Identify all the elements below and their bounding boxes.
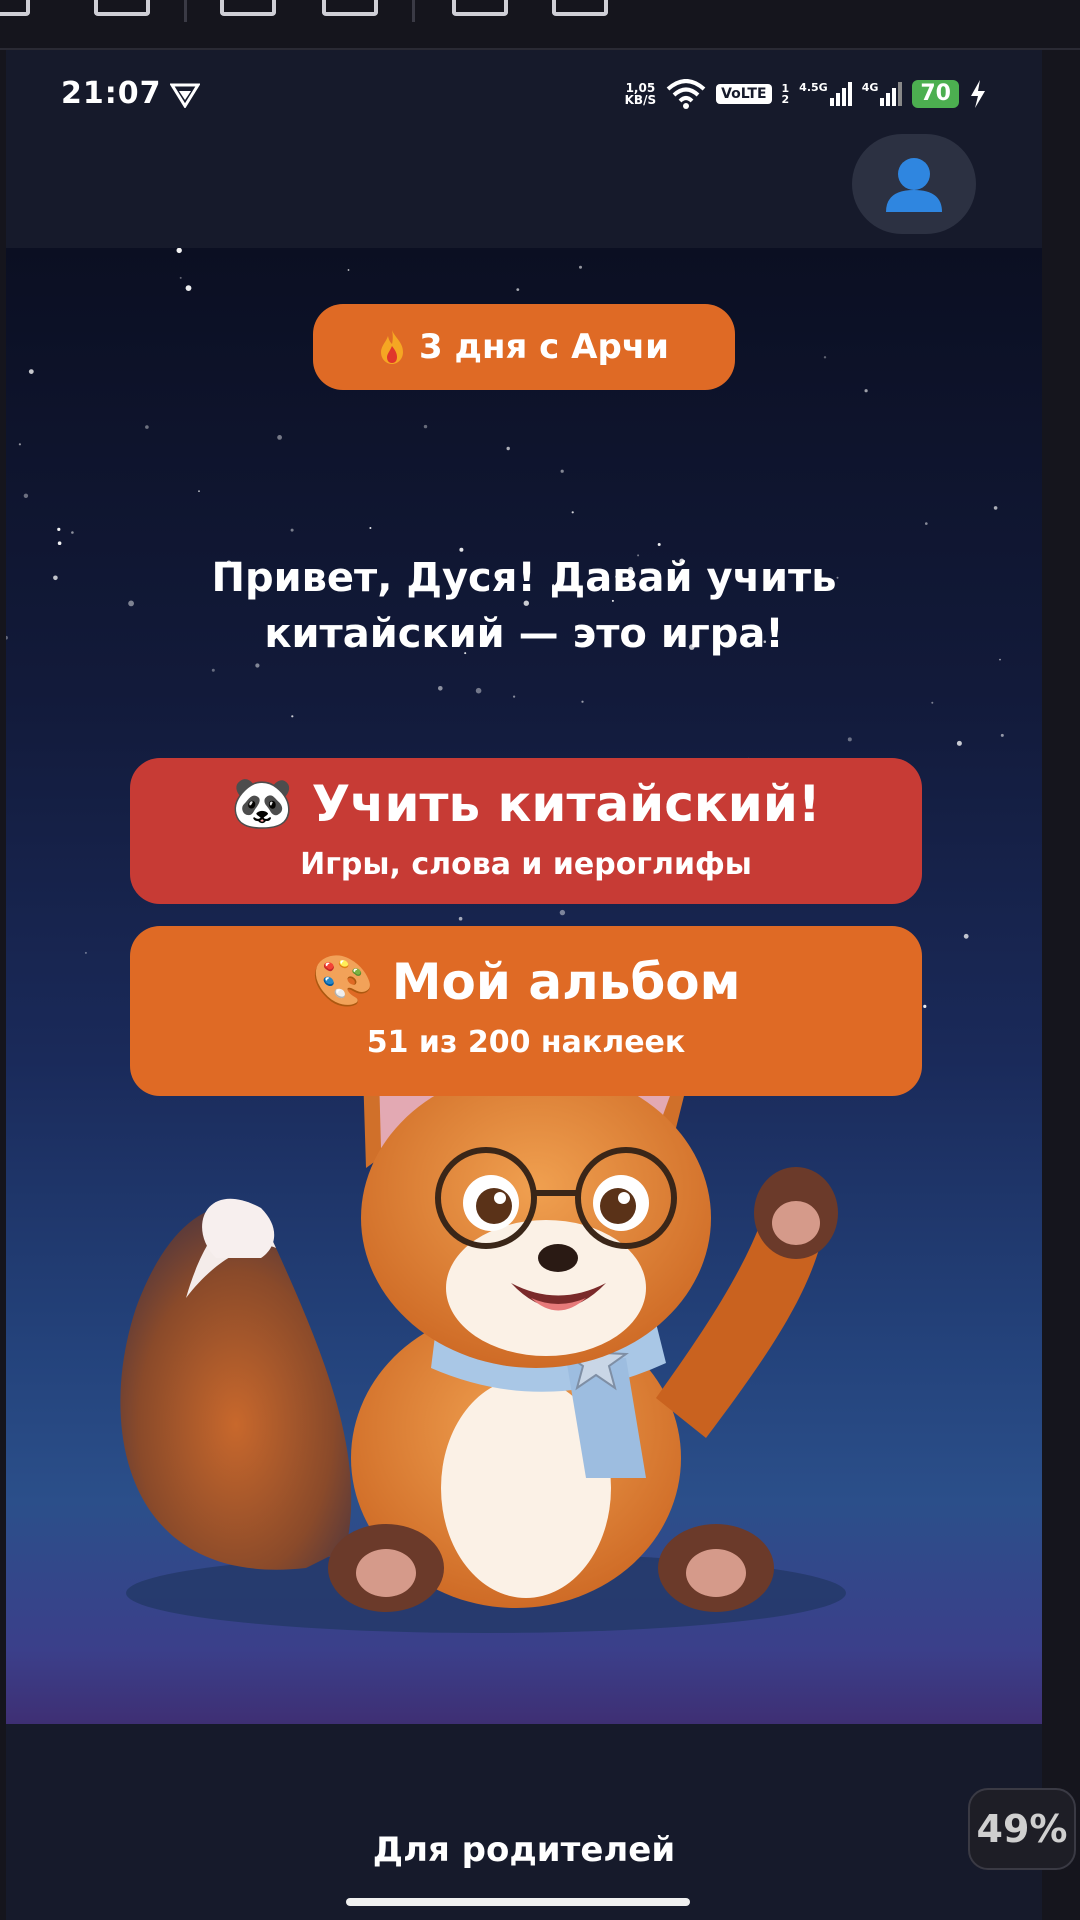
learn-chinese-title: 🐼 Учить китайский! — [130, 774, 922, 833]
signal-bars-icon — [829, 82, 852, 106]
battery-indicator: 70 — [912, 80, 959, 108]
upload-icon[interactable] — [452, 0, 508, 16]
my-album-title: 🎨 Мой альбом — [130, 952, 922, 1011]
greeting-line-1: Привет, Дуся! Давай учить — [211, 555, 837, 601]
gesture-home-bar[interactable] — [346, 1898, 690, 1906]
screenshot-icon[interactable] — [220, 0, 276, 16]
signal-2: 4G — [862, 82, 903, 106]
toolbar-divider — [184, 0, 187, 22]
signal-1: 4.5G — [799, 82, 852, 106]
fire-icon — [381, 330, 404, 364]
my-album-button[interactable]: 🎨 Мой альбом 51 из 200 наклеек — [130, 926, 922, 1096]
record-icon[interactable] — [322, 0, 378, 16]
learn-chinese-subtitle: Игры, слова и иероглифы — [300, 847, 752, 882]
greeting-text: Привет, Дуся! Давай учить китайский — эт… — [106, 550, 942, 662]
sim-labels: 1 2 — [782, 83, 790, 105]
device-icon[interactable] — [94, 0, 150, 16]
signal-bars-icon — [880, 82, 903, 106]
toolbar-divider — [412, 0, 415, 22]
top-toolbar — [0, 0, 1080, 50]
zoom-level-badge[interactable]: 49% — [968, 1788, 1076, 1870]
status-bar: 21:07 1,05 KB/S VoLTE 1 2 4.5G 4G 70 — [6, 50, 1042, 140]
my-album-label: Мой альбом — [391, 952, 741, 1011]
sim-label-2: 2 — [781, 93, 790, 106]
net-speed: 1,05 KB/S — [625, 82, 656, 106]
profile-button[interactable] — [852, 134, 976, 234]
download-icon[interactable] — [552, 0, 608, 16]
vpn-icon — [170, 83, 200, 108]
charging-icon — [971, 80, 985, 108]
signal-2-label: 4G — [861, 81, 879, 94]
net-speed-unit: KB/S — [624, 93, 657, 107]
sticker-count: 51 из 200 наклеек — [366, 1025, 686, 1060]
user-icon — [886, 158, 942, 212]
greeting-line-2: китайский — это игра! — [264, 611, 784, 657]
screen: 21:07 1,05 KB/S VoLTE 1 2 4.5G 4G 70 3 д… — [0, 0, 1080, 1920]
wifi-icon — [666, 79, 706, 109]
signal-1-label: 4.5G — [799, 81, 828, 94]
streak-text: 3 дня с Арчи — [419, 327, 669, 367]
status-icons: 1,05 KB/S VoLTE 1 2 4.5G 4G 70 — [625, 76, 987, 112]
volte-badge: VoLTE — [716, 84, 772, 104]
panda-icon: 🐼 — [231, 774, 294, 832]
palette-icon: 🎨 — [311, 952, 374, 1010]
learn-chinese-label: Учить китайский! — [311, 774, 821, 833]
phone-screen: 21:07 1,05 KB/S VoLTE 1 2 4.5G 4G 70 3 д… — [6, 50, 1042, 1920]
parents-link[interactable]: Для родителей — [6, 1830, 1042, 1870]
streak-badge: 3 дня с Арчи — [313, 304, 735, 390]
home-scene: 3 дня с Арчи Привет, Дуся! Давай учить к… — [6, 248, 1042, 1724]
status-time: 21:07 — [61, 76, 162, 111]
settings-icon[interactable] — [0, 0, 30, 16]
learn-chinese-button[interactable]: 🐼 Учить китайский! Игры, слова и иерогли… — [130, 758, 922, 904]
